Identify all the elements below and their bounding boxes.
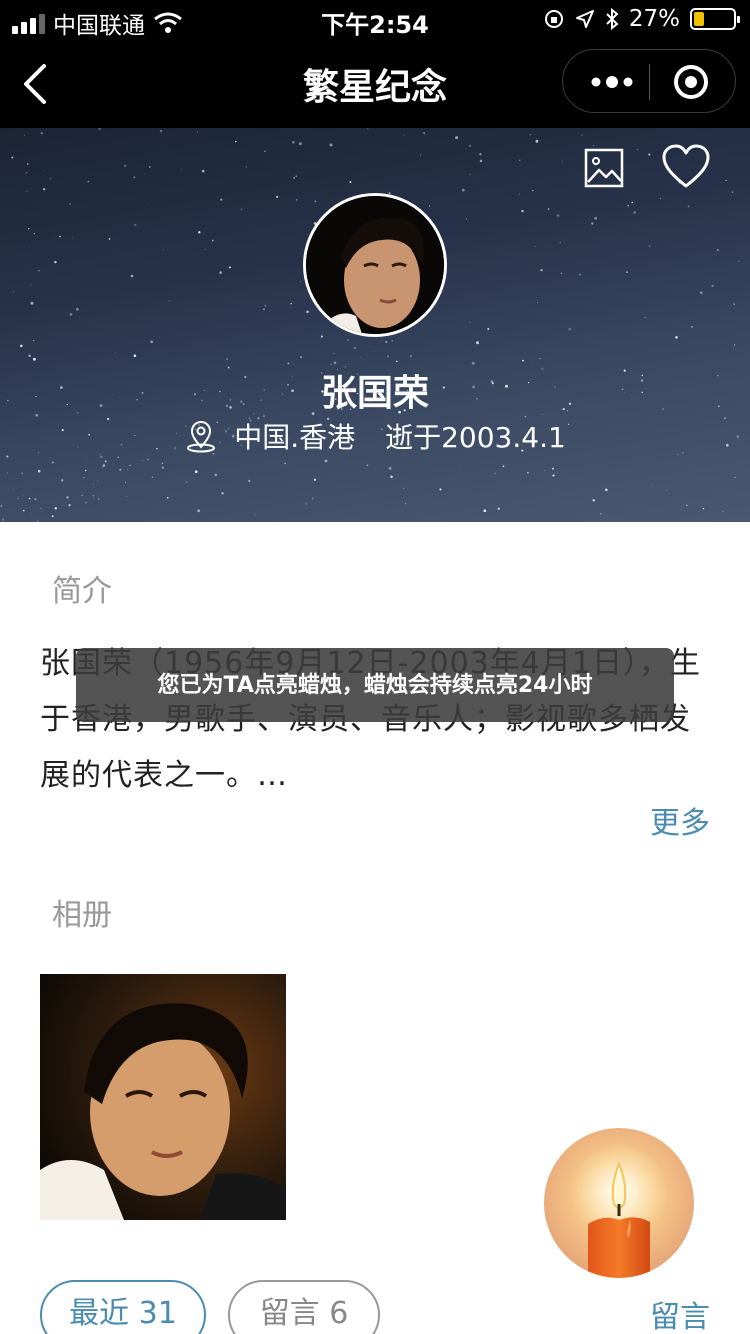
image-icon[interactable] (584, 148, 624, 188)
death-date: 逝于2003.4.1 (385, 421, 566, 454)
tab-comments[interactable]: 留言 6 (228, 1280, 380, 1334)
intro-section-title: 简介 (52, 574, 112, 609)
battery-fill (694, 12, 704, 26)
hero-banner: 张国荣 中国.香港 逝于2003.4.1 (0, 128, 750, 522)
avatar[interactable] (303, 193, 447, 337)
capsule-divider (649, 64, 650, 100)
avatar-portrait (306, 196, 444, 334)
target-close-icon[interactable] (671, 62, 711, 102)
status-bar: 中国联通 下午2:54 27% (0, 0, 750, 40)
candle-icon (569, 1146, 669, 1278)
status-right: 27% (543, 6, 740, 32)
mini-program-capsule (562, 49, 736, 113)
more-dots-icon[interactable] (587, 66, 637, 98)
battery-icon (690, 8, 740, 30)
tab-recent[interactable]: 最近 31 (40, 1280, 206, 1334)
album-section-title: 相册 (52, 898, 112, 933)
toast-message: 您已为TA点亮蜡烛，蜡烛会持续点亮24小时 (76, 648, 674, 722)
candle-button[interactable] (544, 1128, 694, 1278)
bluetooth-icon (606, 8, 619, 30)
battery-percent: 27% (628, 6, 680, 32)
location-pin-icon (187, 420, 216, 453)
leave-comment-button[interactable]: 留言 (650, 1292, 710, 1334)
album-photo[interactable] (40, 974, 286, 1220)
person-name: 张国荣 (320, 373, 429, 414)
album-photo-portrait (40, 974, 286, 1220)
person-meta: 中国.香港 逝于2003.4.1 (0, 416, 750, 456)
heart-icon[interactable] (662, 144, 710, 190)
more-link[interactable]: 更多 (650, 798, 710, 842)
nav-bar: 繁星纪念 (0, 40, 750, 128)
location-arrow-icon (575, 10, 594, 28)
location-text: 中国.香港 (234, 421, 356, 454)
orientation-lock-icon (544, 10, 563, 28)
